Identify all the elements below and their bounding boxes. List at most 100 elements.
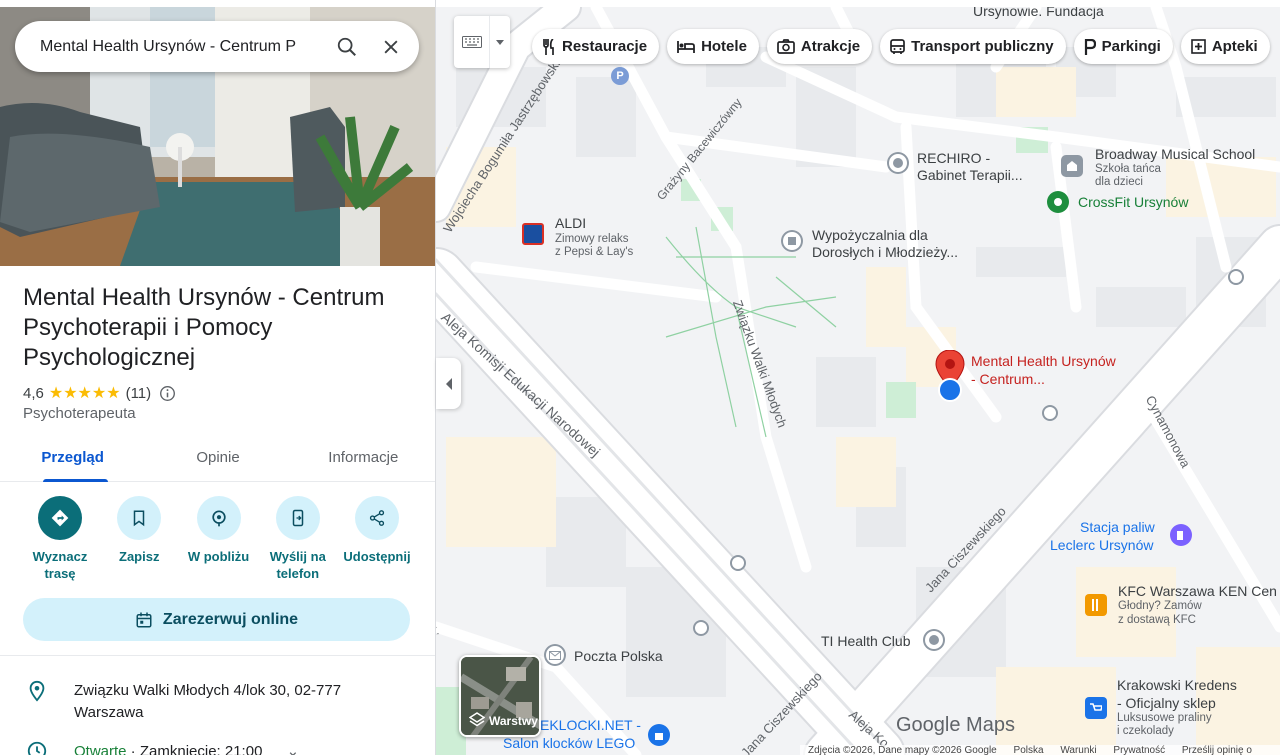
restaurant-icon[interactable]	[1085, 594, 1107, 616]
place-panel: Mental Health Ursynów - Centrum P Mental…	[0, 0, 436, 755]
directions-label: Wyznacz trasę	[32, 549, 88, 581]
closing-time: · Zamknięcie: 21:00	[126, 743, 263, 755]
poi-marker-icon[interactable]	[887, 152, 909, 174]
map-canvas[interactable]: Wojciecha Bogumiła Jastrzębowski Grażyny…	[436, 7, 1280, 755]
poi-label[interactable]: Leclerc Ursynów	[1050, 537, 1153, 554]
parking-marker-icon[interactable]: P	[611, 67, 629, 85]
input-tools	[454, 16, 510, 68]
selected-place-label[interactable]: Mental Health Ursynów	[971, 353, 1116, 370]
library-icon[interactable]	[781, 230, 803, 252]
chip-transit[interactable]: Transport publiczny	[880, 29, 1066, 64]
save-button[interactable]: Zapisz	[100, 496, 178, 582]
poi-sublabel: i czekolady	[1117, 725, 1174, 737]
tab-reviews[interactable]: Opinie	[145, 437, 290, 481]
poi-label[interactable]: Stacja paliw	[1080, 519, 1155, 536]
chip-pharmacies[interactable]: Apteki	[1180, 29, 1270, 64]
nearby-label: W pobliżu	[187, 549, 250, 564]
mail-icon[interactable]	[544, 644, 566, 666]
parking-icon	[1084, 38, 1096, 55]
bus-stop-icon[interactable]	[730, 555, 746, 571]
category-chips: Restauracje Hotele Atrakcje Transport pu…	[532, 29, 1270, 64]
selected-place-label[interactable]: - Centrum...	[971, 371, 1045, 388]
country-link[interactable]: Polska	[1014, 745, 1044, 755]
review-count[interactable]: (11)	[126, 385, 152, 402]
action-buttons: Wyznacz trasę Zapisz W pobliżu Wyślij na…	[21, 496, 416, 582]
share-button[interactable]: Udostępnij	[338, 496, 416, 582]
bus-stop-icon[interactable]	[1042, 405, 1058, 421]
gas-station-icon[interactable]	[1170, 524, 1192, 546]
poi-sublabel: Szkoła tańca	[1095, 163, 1161, 175]
poi-label[interactable]: Salon klocków LEGO	[503, 735, 635, 752]
poi-label[interactable]: Poczta Polska	[574, 648, 663, 665]
chevron-down-icon[interactable]: ⌄	[287, 743, 300, 755]
nearby-button[interactable]: W pobliżu	[180, 496, 258, 582]
chip-label: Transport publiczny	[911, 38, 1054, 55]
poi-label[interactable]: - Oficjalny sklep	[1117, 695, 1216, 712]
chevron-down-icon[interactable]	[489, 16, 510, 68]
search-icon[interactable]	[325, 25, 369, 69]
fork-knife-icon	[543, 38, 554, 55]
poi-label[interactable]: Wypożyczalnia dla	[812, 227, 928, 244]
layers-label: Warstwy	[489, 714, 538, 728]
pharmacy-icon	[1191, 39, 1206, 54]
place-title: Mental Health Ursynów - Centrum Psychote…	[23, 284, 385, 371]
collapse-panel-button[interactable]	[436, 358, 461, 409]
place-category[interactable]: Psychoterapeuta	[23, 405, 136, 422]
poi-label[interactable]: Dorosłych i Młodzieży...	[812, 244, 958, 261]
chip-restaurants[interactable]: Restauracje	[532, 29, 660, 64]
close-icon[interactable]	[369, 25, 413, 69]
directions-button[interactable]: Wyznacz trasę	[21, 496, 99, 582]
reserve-online-button[interactable]: Zarezerwuj online	[23, 598, 410, 641]
gym-icon[interactable]	[1047, 191, 1069, 213]
poi-sublabel: Luksusowe praliny	[1117, 712, 1212, 724]
rating-stars: ★★★★★	[48, 385, 121, 402]
selected-place-pin-icon[interactable]	[935, 349, 965, 407]
poi-label[interactable]: EKLOCKI.NET -	[540, 717, 641, 734]
layers-button[interactable]: Warstwy	[459, 655, 541, 737]
feedback-link[interactable]: Prześlij opinię o	[1182, 745, 1252, 755]
attribution-text: Zdjęcia ©2026, Dane mapy ©2026 Google	[808, 745, 997, 755]
bus-stop-icon[interactable]	[1228, 269, 1244, 285]
terms-link[interactable]: Warunki	[1060, 745, 1096, 755]
camera-icon	[777, 39, 795, 54]
send-to-phone-button[interactable]: Wyślij na telefon	[259, 496, 337, 582]
reserve-online-label: Zarezerwuj online	[162, 610, 299, 628]
shop-icon[interactable]	[648, 724, 670, 746]
poi-label[interactable]: RECHIRO -	[917, 150, 990, 167]
search-box[interactable]: Mental Health Ursynów - Centrum P	[15, 21, 419, 72]
privacy-link[interactable]: Prywatność	[1113, 745, 1165, 755]
chip-label: Parkingi	[1101, 38, 1161, 55]
search-input[interactable]: Mental Health Ursynów - Centrum P	[40, 38, 325, 56]
chip-label: Atrakcje	[800, 38, 861, 55]
shopping-cart-icon[interactable]	[1085, 697, 1107, 719]
aldi-store-icon[interactable]	[522, 223, 544, 245]
chip-hotels[interactable]: Hotele	[667, 29, 759, 64]
keyboard-icon[interactable]	[454, 16, 489, 68]
info-icon[interactable]	[159, 385, 176, 402]
poi-label[interactable]: TI Health Club	[821, 633, 910, 650]
poi-label[interactable]: Krakowski Kredens	[1117, 677, 1237, 694]
hours-row[interactable]: Otwarte · Zamknięcie: 21:00 ⌄	[0, 740, 435, 755]
tab-about[interactable]: Informacje	[291, 437, 435, 481]
poi-label[interactable]: ALDI	[555, 215, 586, 232]
school-icon[interactable]	[1061, 155, 1083, 177]
hours-text: Otwarte · Zamknięcie: 21:00 ⌄	[74, 742, 299, 755]
bus-stop-icon[interactable]	[693, 620, 709, 636]
save-label: Zapisz	[119, 549, 160, 564]
address-text: Związku Walki Młodych 4/lok 30, 02-777 W…	[74, 682, 342, 721]
directions-icon	[38, 496, 82, 540]
poi-label[interactable]: Broadway Musical School	[1095, 146, 1255, 163]
tab-overview[interactable]: Przegląd	[0, 437, 145, 482]
rating-value: 4,6	[23, 384, 44, 402]
chip-label: Restauracje	[562, 38, 648, 55]
address-row[interactable]: Związku Walki Młodych 4/lok 30, 02-777 W…	[0, 680, 435, 724]
gym-icon[interactable]	[923, 629, 945, 651]
location-pin-icon	[0, 680, 74, 724]
clock-icon	[0, 740, 74, 755]
chip-attractions[interactable]: Atrakcje	[766, 29, 873, 64]
poi-label[interactable]: Ursynowie. Fundacja	[973, 7, 1104, 20]
poi-label[interactable]: CrossFit Ursynów	[1078, 194, 1188, 211]
chip-parking[interactable]: Parkingi	[1073, 29, 1173, 64]
poi-label[interactable]: KFC Warszawa KEN Cen	[1118, 583, 1277, 600]
poi-label[interactable]: Gabinet Terapii...	[917, 167, 1023, 184]
